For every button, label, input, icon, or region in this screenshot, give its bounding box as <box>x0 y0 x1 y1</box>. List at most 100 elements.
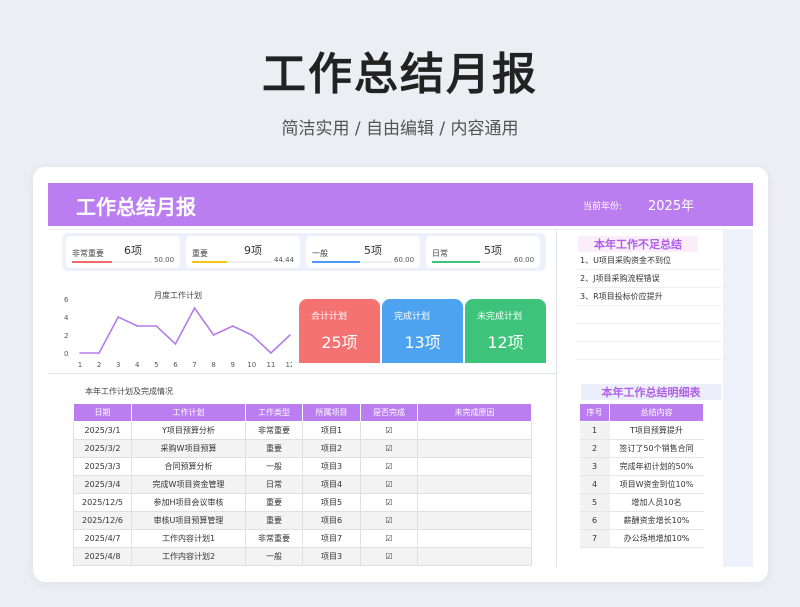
cell-summary[interactable]: 薪酬资金增长10% <box>609 511 704 530</box>
cell-done[interactable]: ☑ <box>360 511 418 530</box>
cell-plan[interactable]: Y项目预算分析 <box>131 421 246 440</box>
year-value[interactable]: 2025年 <box>648 195 694 214</box>
cell-project[interactable]: 项目7 <box>302 529 361 548</box>
cell-project[interactable]: 项目2 <box>302 439 361 458</box>
col-header[interactable]: 所属项目 <box>302 403 361 422</box>
stat-label: 一般 <box>312 249 328 258</box>
cell-date[interactable]: 2025/4/7 <box>73 529 132 548</box>
cell-done[interactable]: ☑ <box>360 439 418 458</box>
cell-reason[interactable] <box>417 511 532 530</box>
cell-plan[interactable]: 审核U项目预算管理 <box>131 511 246 530</box>
plan-title: 合计计划 <box>311 312 348 322</box>
cell-index[interactable]: 1 <box>579 421 610 440</box>
cell-reason[interactable] <box>417 529 532 548</box>
cell-reason[interactable] <box>417 421 532 440</box>
cell-plan[interactable]: 采购W项目预算 <box>131 439 246 458</box>
cell-done[interactable]: ☑ <box>360 421 418 440</box>
cell-type[interactable]: 一般 <box>245 457 303 476</box>
col-header[interactable]: 未完成原因 <box>417 403 532 422</box>
cell-done[interactable]: ☑ <box>360 493 418 512</box>
cell-type[interactable]: 非常重要 <box>245 529 303 548</box>
cell-index[interactable]: 2 <box>579 439 610 458</box>
plan-table: 日期 工作计划 工作类型 所属项目 是否完成 未完成原因 2025/3/1 Y项目… <box>73 403 532 566</box>
cell-index[interactable]: 4 <box>579 475 610 494</box>
table-row[interactable]: 2 签订了50个销售合同 <box>579 439 704 458</box>
cell-project[interactable]: 项目6 <box>302 511 361 530</box>
cell-done[interactable]: ☑ <box>360 529 418 548</box>
stat-track <box>72 261 152 263</box>
x-tick-label: 12 <box>286 361 292 369</box>
plan-card-uncompleted: 未完成计划 12项 <box>465 299 546 363</box>
cell-reason[interactable] <box>417 457 532 476</box>
table-row[interactable]: 2025/3/1 Y项目预算分析 非常重要 项目1 ☑ <box>73 421 532 440</box>
cell-plan[interactable]: 完成W项目资金管理 <box>131 475 246 494</box>
table-header-row: 序号 总结内容 <box>579 403 704 422</box>
cell-type[interactable]: 非常重要 <box>245 421 303 440</box>
cell-plan[interactable]: 工作内容计划1 <box>131 529 246 548</box>
table-row[interactable]: 4 项目W资金到位10% <box>579 475 704 494</box>
cell-date[interactable]: 2025/3/2 <box>73 439 132 458</box>
cell-project[interactable]: 项目3 <box>302 457 361 476</box>
cell-index[interactable]: 3 <box>579 457 610 476</box>
cell-type[interactable]: 一般 <box>245 547 303 566</box>
cell-index[interactable]: 7 <box>579 529 610 548</box>
col-header[interactable]: 工作计划 <box>131 403 246 422</box>
divider <box>48 373 556 374</box>
cell-index[interactable]: 5 <box>579 493 610 512</box>
col-header[interactable]: 总结内容 <box>609 403 704 422</box>
table-row[interactable]: 7 办公场地增加10% <box>579 529 704 548</box>
cell-project[interactable]: 项目4 <box>302 475 361 494</box>
table-row[interactable]: 2025/12/6 审核U项目预算管理 重要 项目6 ☑ <box>73 511 532 530</box>
cell-date[interactable]: 2025/3/3 <box>73 457 132 476</box>
col-header[interactable]: 序号 <box>579 403 610 422</box>
cell-type[interactable]: 重要 <box>245 439 303 458</box>
cell-summary[interactable]: 完成年初计划的50% <box>609 457 704 476</box>
col-header[interactable]: 工作类型 <box>245 403 303 422</box>
cell-summary[interactable]: 项目W资金到位10% <box>609 475 704 494</box>
cell-type[interactable]: 重要 <box>245 493 303 512</box>
cell-done[interactable]: ☑ <box>360 547 418 566</box>
cell-date[interactable]: 2025/3/1 <box>73 421 132 440</box>
table-row[interactable]: 6 薪酬资金增长10% <box>579 511 704 530</box>
col-header[interactable]: 日期 <box>73 403 132 422</box>
cell-reason[interactable] <box>417 493 532 512</box>
table-header-row: 日期 工作计划 工作类型 所属项目 是否完成 未完成原因 <box>73 403 532 422</box>
cell-project[interactable]: 项目5 <box>302 493 361 512</box>
table-row[interactable]: 2025/4/8 工作内容计划2 一般 项目3 ☑ <box>73 547 532 566</box>
table-row[interactable]: 2025/3/2 采购W项目预算 重要 项目2 ☑ <box>73 439 532 458</box>
data-point <box>231 325 234 327</box>
detail-table-title: 本年工作总结明细表 <box>581 384 721 400</box>
cell-done[interactable]: ☑ <box>360 457 418 476</box>
table-row[interactable]: 5 增加人员10名 <box>579 493 704 512</box>
cell-date[interactable]: 2025/4/8 <box>73 547 132 566</box>
cell-summary[interactable]: T项目预算提升 <box>609 421 704 440</box>
cell-type[interactable]: 重要 <box>245 511 303 530</box>
stat-label: 日常 <box>432 249 448 258</box>
col-header[interactable]: 是否完成 <box>360 403 418 422</box>
cell-date[interactable]: 2025/3/4 <box>73 475 132 494</box>
cell-summary[interactable]: 办公场地增加10% <box>609 529 704 548</box>
table-row[interactable]: 2025/3/3 合同预算分析 一般 项目3 ☑ <box>73 457 532 476</box>
cell-plan[interactable]: 参加H项目会议审核 <box>131 493 246 512</box>
table-row[interactable]: 2025/4/7 工作内容计划1 非常重要 项目7 ☑ <box>73 529 532 548</box>
cell-date[interactable]: 2025/12/5 <box>73 493 132 512</box>
cell-reason[interactable] <box>417 439 532 458</box>
cell-reason[interactable] <box>417 475 532 494</box>
cell-date[interactable]: 2025/12/6 <box>73 511 132 530</box>
stat-value: 44.44 <box>274 256 295 264</box>
cell-project[interactable]: 项目1 <box>302 421 361 440</box>
cell-type[interactable]: 日常 <box>245 475 303 494</box>
cell-done[interactable]: ☑ <box>360 475 418 494</box>
table-row[interactable]: 2025/3/4 完成W项目资金管理 日常 项目4 ☑ <box>73 475 532 494</box>
table-row[interactable]: 1 T项目预算提升 <box>579 421 704 440</box>
table-row[interactable]: 2025/12/5 参加H项目会议审核 重要 项目5 ☑ <box>73 493 532 512</box>
cell-project[interactable]: 项目3 <box>302 547 361 566</box>
table-row[interactable]: 3 完成年初计划的50% <box>579 457 704 476</box>
cell-summary[interactable]: 增加人员10名 <box>609 493 704 512</box>
cell-plan[interactable]: 工作内容计划2 <box>131 547 246 566</box>
cell-reason[interactable] <box>417 547 532 566</box>
cell-index[interactable]: 6 <box>579 511 610 530</box>
cell-summary[interactable]: 签订了50个销售合同 <box>609 439 704 458</box>
cell-plan[interactable]: 合同预算分析 <box>131 457 246 476</box>
right-strip <box>723 229 753 567</box>
